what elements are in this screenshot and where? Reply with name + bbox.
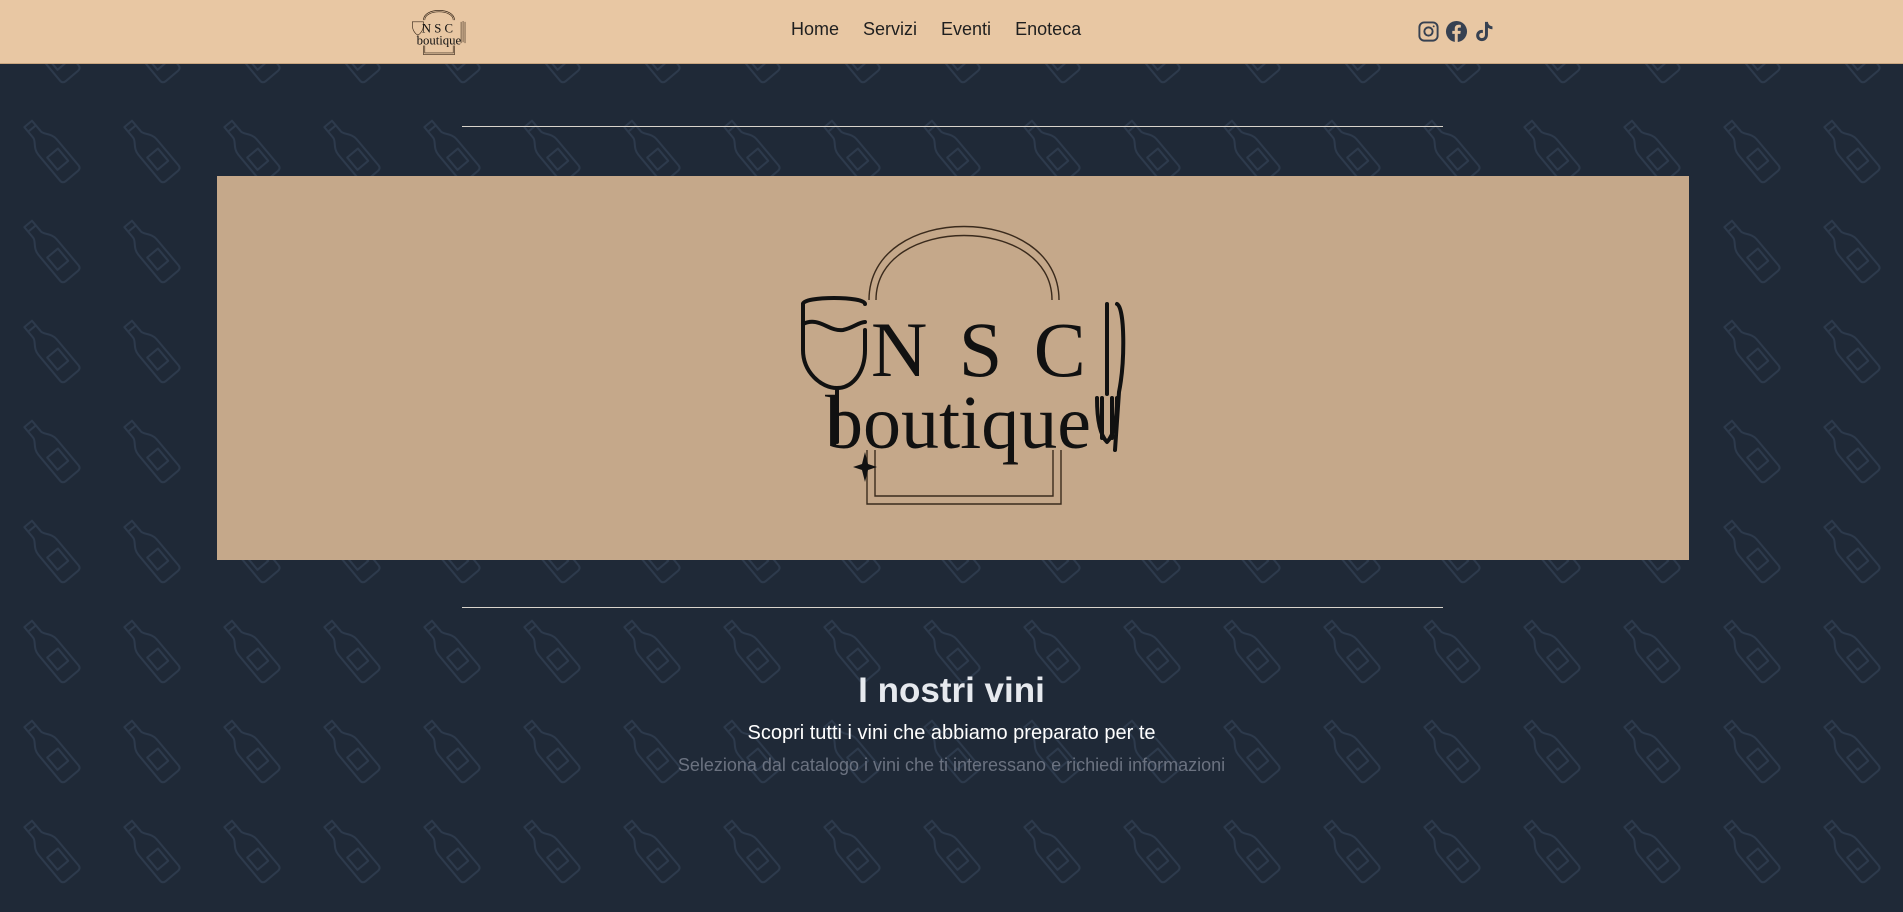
hero-logo: N S C boutique — [801, 225, 1126, 505]
wines-section-header: I nostri vini Scopri tutti i vini che ab… — [0, 670, 1903, 776]
main-navigation: Home Servizi Eventi Enoteca — [791, 19, 1081, 40]
section-title: I nostri vini — [858, 671, 1045, 710]
hero-banner: N S C boutique — [217, 176, 1689, 560]
nav-item-eventi: Eventi — [941, 19, 991, 40]
nav-item-servizi: Servizi — [863, 19, 917, 40]
nav-logo-line2: boutique — [417, 34, 462, 48]
top-divider — [462, 126, 1443, 127]
section-subtitle: Scopri tutti i vini che abbiamo preparat… — [747, 722, 1156, 744]
tiktok-icon[interactable] — [1473, 20, 1496, 43]
nav-link-eventi[interactable]: Eventi — [941, 19, 991, 39]
bottom-divider — [462, 607, 1443, 608]
section-hint: Seleziona dal catalogo i vini che ti int… — [677, 755, 1226, 775]
nav-logo-line1: N S C — [422, 21, 453, 35]
nav-link-home[interactable]: Home — [791, 19, 839, 39]
social-links — [1417, 20, 1496, 43]
top-navbar: N S C boutique Home Servizi Eventi Enote… — [0, 0, 1903, 64]
nav-item-enoteca: Enoteca — [1015, 19, 1081, 40]
facebook-icon[interactable] — [1445, 20, 1468, 43]
hero-logo-line2: boutique — [825, 381, 1091, 465]
hero-logo-line1: N S C — [871, 306, 1092, 393]
nav-item-home: Home — [791, 19, 839, 40]
nav-link-enoteca[interactable]: Enoteca — [1015, 19, 1081, 39]
nav-logo[interactable]: N S C boutique — [412, 5, 466, 55]
nav-link-servizi[interactable]: Servizi — [863, 19, 917, 39]
instagram-icon[interactable] — [1417, 20, 1440, 43]
